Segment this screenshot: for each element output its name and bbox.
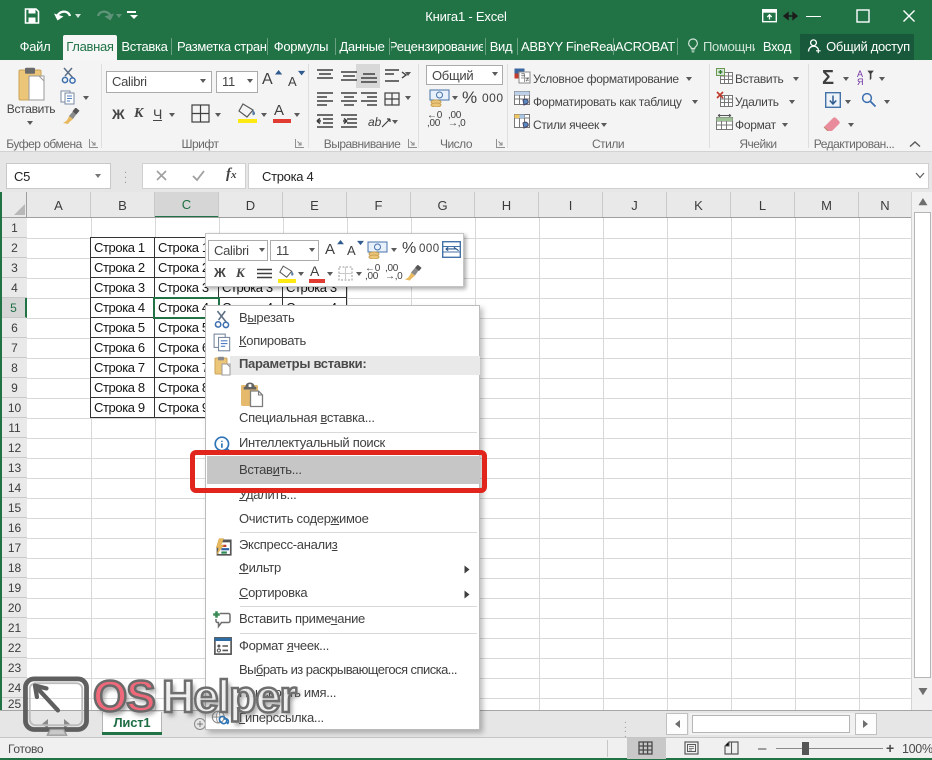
svg-text:ab: ab — [368, 115, 382, 129]
svg-text:Я: Я — [857, 77, 864, 85]
svg-text:=: = — [521, 73, 525, 80]
svg-text:≠: ≠ — [526, 77, 530, 84]
